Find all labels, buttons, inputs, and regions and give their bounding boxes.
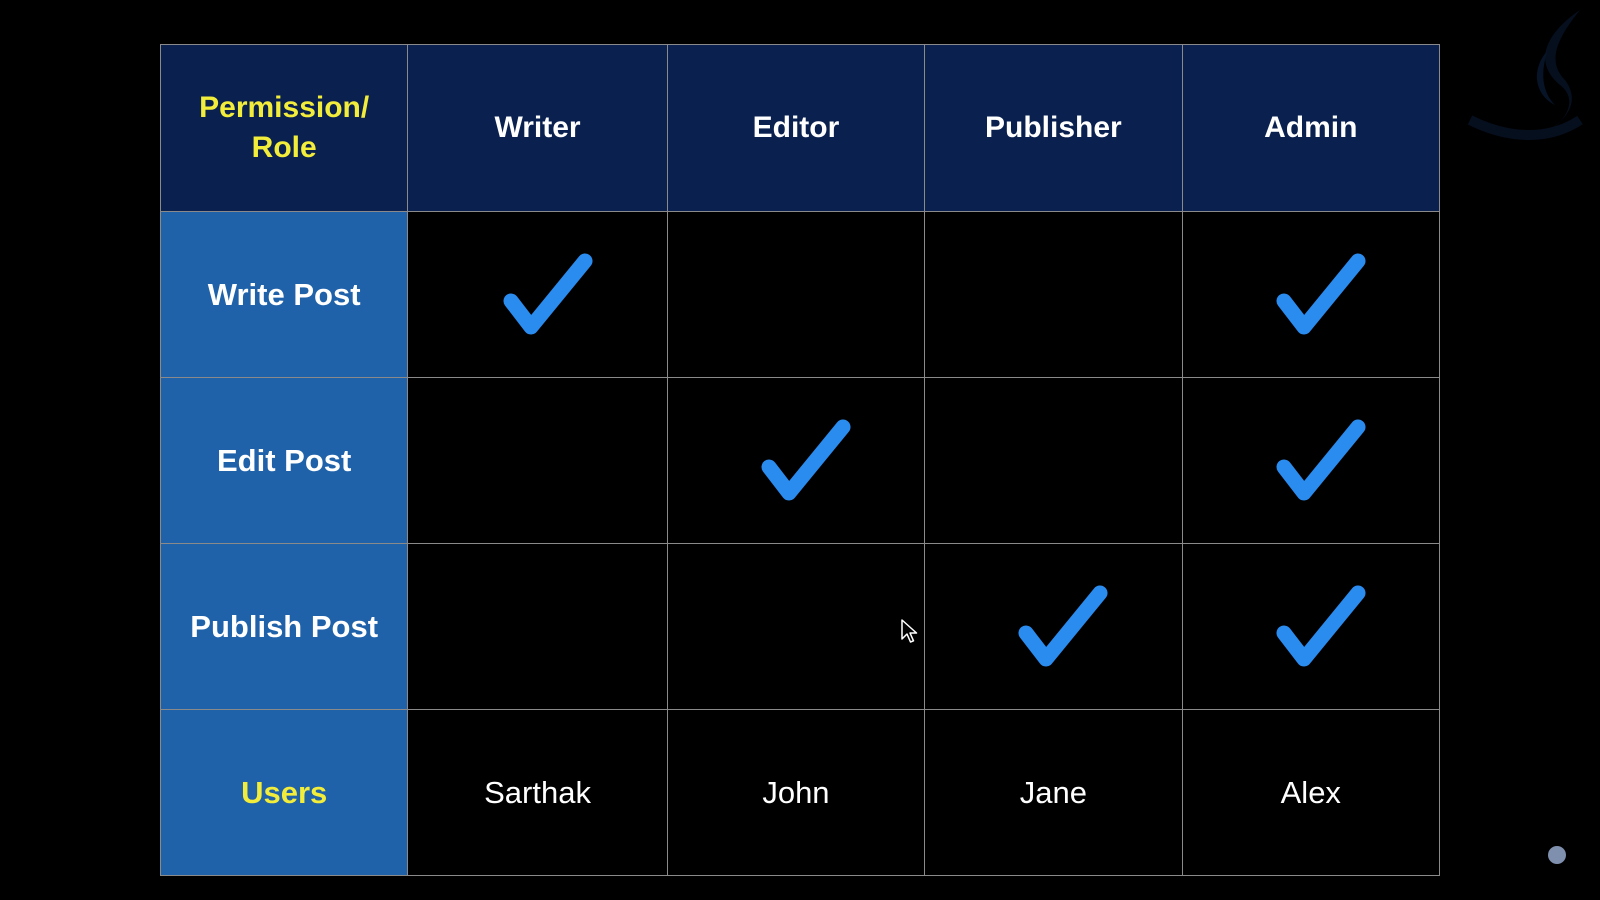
role-permission-table: Permission/ Role Writer Editor Publisher… (159, 44, 1441, 876)
users-label: Users (159, 709, 409, 876)
permission-row-publish-post: Publish Post (159, 543, 1441, 710)
user-name-admin: Alex (1181, 709, 1441, 876)
role-header-writer: Writer (407, 44, 668, 212)
permission-row-edit-post: Edit Post (159, 377, 1441, 544)
table-header-row: Permission/ Role Writer Editor Publisher… (159, 44, 1441, 212)
grant-cell (666, 543, 926, 710)
permission-role-corner-header: Permission/ Role (159, 44, 409, 212)
grant-cell (1181, 211, 1441, 378)
check-mark-icon (501, 249, 597, 341)
grant-cell (666, 377, 926, 544)
grant-cell (924, 377, 1183, 544)
role-header-editor: Editor (666, 44, 926, 212)
corner-header-line1: Permission/ (199, 91, 370, 124)
grant-cell (924, 211, 1183, 378)
role-header-publisher: Publisher (924, 44, 1183, 212)
check-mark-icon (1274, 415, 1370, 507)
users-row: Users Sarthak John Jane Alex (159, 709, 1441, 876)
grant-cell (407, 543, 668, 710)
permission-label-publish-post: Publish Post (159, 543, 409, 710)
grant-cell (1181, 377, 1441, 544)
check-mark-icon (759, 415, 855, 507)
corner-header-line2: Role (251, 131, 317, 164)
mouse-pointer-icon (901, 619, 918, 643)
role-header-admin: Admin (1181, 44, 1441, 212)
grant-cell (407, 377, 668, 544)
user-name-editor: John (666, 709, 926, 876)
user-name-writer: Sarthak (407, 709, 668, 876)
flame-logo-icon (1467, 10, 1583, 140)
permission-label-edit-post: Edit Post (159, 377, 409, 544)
user-name-publisher: Jane (924, 709, 1183, 876)
grant-cell (924, 543, 1183, 710)
check-mark-icon (1274, 249, 1370, 341)
permission-row-write-post: Write Post (159, 211, 1441, 378)
slide-stage: Permission/ Role Writer Editor Publisher… (0, 0, 1600, 900)
grant-cell (666, 211, 926, 378)
grant-cell (407, 211, 668, 378)
permission-label-write-post: Write Post (159, 211, 409, 378)
grant-cell (1181, 543, 1441, 710)
check-mark-icon (1274, 581, 1370, 673)
check-mark-icon (1016, 581, 1112, 673)
watermark-badge-icon (1548, 846, 1566, 864)
